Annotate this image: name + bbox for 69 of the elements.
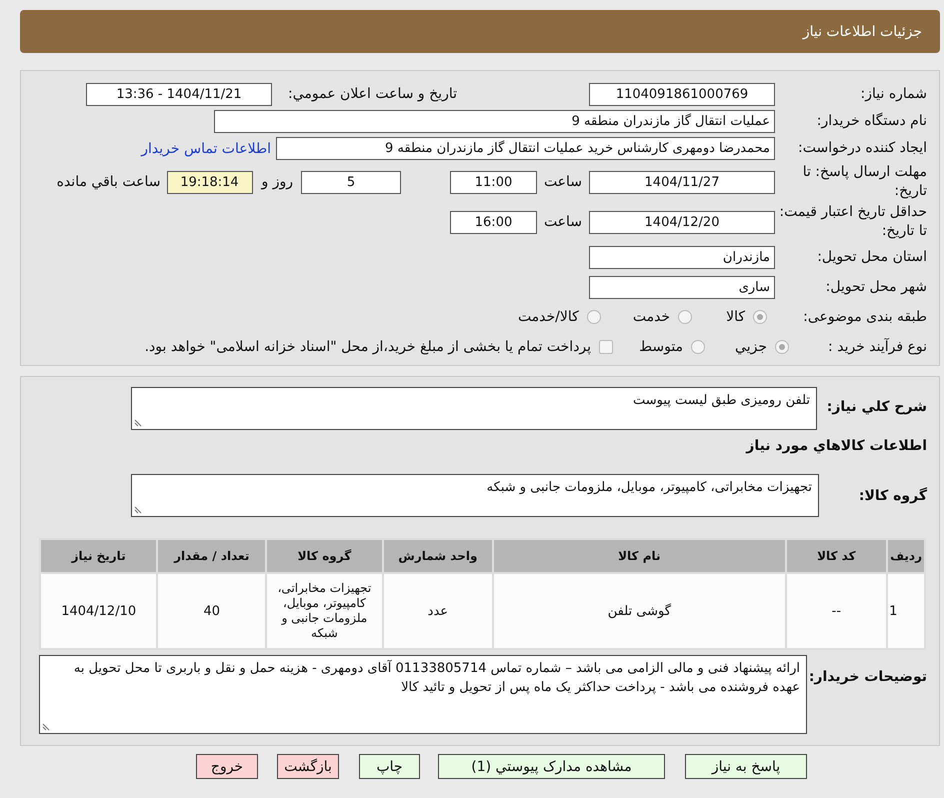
field-label: حداقل تاریخ اعتبار قیمت: تا تاریخ: [778, 203, 927, 241]
field-label: مهلت ارسال پاسخ: تا تاریخ: [802, 163, 927, 201]
field-label: توضیحات خریدار: [808, 668, 927, 687]
column-header: واحد شمارش [382, 539, 494, 573]
table-cell: 40 [157, 573, 266, 649]
text-field[interactable]: 16:00 [450, 210, 537, 234]
action-button[interactable]: بازگشت [277, 754, 339, 779]
text-field[interactable]: 1404/12/20 [589, 210, 775, 234]
action-button[interactable]: چاپ [359, 754, 420, 779]
table-cell: تجهیزات مخابراتی، کامپیوتر، موبایل، ملزومات جانبی و شبکه [266, 573, 383, 649]
field-label: متوسط [639, 339, 684, 355]
field-label: نوع فرآیند خرید : [827, 338, 927, 356]
text-area[interactable]: ارائه پیشنهاد فنی و مالی الزامی می باشد – شماره تماس 01133805714 آقای دومهری - هزینه حمل و نقل و باربری تا محل تحویل به عهده فروشنده می باشد - پرداخت حداکثر یک ماه پس از تحویل و تائید کالا [39, 655, 807, 734]
field-label: ساعت [542, 174, 584, 190]
table-cell: -- [786, 573, 888, 649]
field-label: خدمت [632, 309, 670, 325]
field-label: تاریخ و ساعت اعلان عمومي: [288, 85, 457, 104]
column-header: نام کالا [493, 539, 786, 573]
countdown-field: 19:18:14 [166, 170, 252, 194]
resize-grip-icon[interactable] [134, 419, 142, 427]
column-header: تاریخ نیاز [40, 539, 158, 573]
field-label: ساعت [542, 214, 584, 230]
resize-grip-icon[interactable] [134, 506, 142, 514]
radio-button[interactable] [691, 340, 706, 354]
text-field[interactable]: مازندران [589, 246, 775, 268]
field-label: کالا/خدمت [518, 309, 579, 325]
section-heading: اطلاعات کالاهاي مورد نیاز [746, 438, 927, 456]
field-label: کالا [726, 309, 745, 325]
radio-button[interactable] [775, 340, 789, 354]
resize-grip-icon[interactable] [42, 723, 50, 731]
table-cell: 1 [887, 573, 925, 649]
column-header: ردیف [887, 539, 925, 573]
radio-button[interactable] [586, 310, 601, 324]
field-label: شماره نیاز: [860, 85, 927, 104]
field-label: پرداخت تمام یا بخشی از مبلغ خرید،از محل "اسناد خزانه اسلامی" خواهد بود. [144, 339, 592, 355]
field-label: جزيي [735, 339, 767, 355]
text-field[interactable]: ساری [589, 276, 775, 298]
column-header: کد کالا [786, 539, 888, 573]
text-area[interactable]: تلفن رومیزی طبق لیست پیوست [131, 387, 817, 430]
radio-button[interactable] [678, 310, 692, 324]
text-field[interactable]: 5 [301, 170, 401, 194]
table-cell: گوشی تلفن [493, 573, 786, 649]
text-area[interactable]: تجهیزات مخابراتی، کامپیوتر، موبایل، ملزومات جانبی و شبکه [131, 474, 819, 517]
field-label: نام دستگاه خریدار: [816, 112, 927, 131]
field-label: روز و [262, 174, 293, 190]
table-cell: 1404/12/10 [40, 573, 158, 649]
text-field[interactable]: 1404/11/21 - 13:36 [86, 83, 272, 106]
field-label: استان محل تحویل: [816, 248, 927, 266]
text-field[interactable]: محمدرضا دومهری کارشناس خرید عملیات انتقال گاز مازندران منطقه 9 [276, 137, 775, 160]
field-label: گروه کالا: [858, 488, 927, 504]
page-title: جزئیات اطلاعات نیاز [802, 24, 922, 40]
table-cell: عدد [382, 573, 494, 649]
radio-button[interactable] [753, 310, 767, 324]
action-button[interactable]: پاسخ به نیاز [685, 754, 807, 779]
field-label: شهر محل تحویل: [824, 278, 927, 296]
column-header: تعداد / مقدار [157, 539, 266, 573]
text-field[interactable]: 1404/11/27 [589, 170, 775, 194]
text-field[interactable]: عملیات انتقال گاز مازندران منطقه 9 [214, 110, 775, 133]
field-label: ساعت باقي مانده [56, 174, 160, 190]
field-label: شرح کلي نیاز: [826, 399, 927, 415]
action-button[interactable]: خروج [196, 754, 258, 779]
column-header: گروه کالا [266, 539, 383, 573]
action-button[interactable]: مشاهده مدارک پیوستي (1) [438, 754, 665, 779]
text-field[interactable]: 11:00 [450, 170, 537, 194]
text-field[interactable]: 1104091861000769 [589, 83, 775, 106]
contact-link[interactable]: اطلاعات تماس خریدار [141, 140, 271, 156]
checkbox[interactable] [599, 340, 614, 354]
field-label: ایجاد کننده درخواست: [797, 139, 927, 158]
field-label: طبقه بندی موضوعی: [802, 308, 927, 326]
